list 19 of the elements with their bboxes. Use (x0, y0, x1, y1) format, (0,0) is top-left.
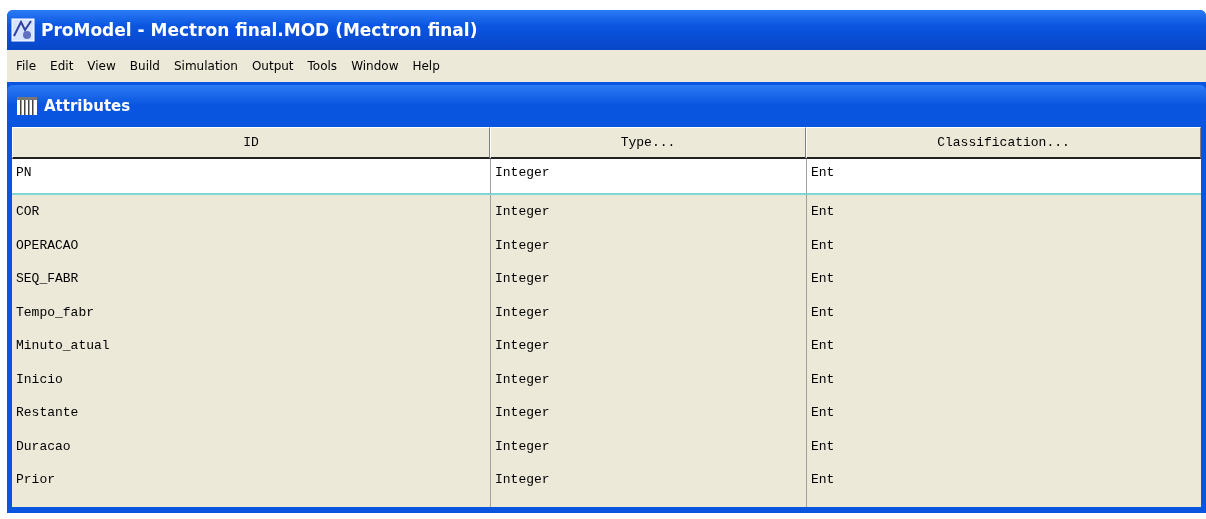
table-cell: PN (12, 159, 490, 195)
app-logo-icon (11, 18, 35, 42)
panel-title: Attributes (44, 97, 131, 115)
menu-item[interactable]: Output (244, 59, 301, 73)
table-icon (16, 95, 38, 117)
menu-item[interactable]: Window (344, 59, 406, 73)
menu-item[interactable]: Tools (300, 59, 345, 73)
window-title: ProModel - Mectron final.MOD (Mectron final) (41, 20, 478, 40)
menu-item[interactable]: Simulation (166, 59, 245, 73)
menu-item[interactable]: Help (405, 59, 447, 73)
table-cell: Ent (806, 159, 1201, 195)
menu-item[interactable]: Edit (43, 59, 81, 73)
table-cell: Integer (490, 159, 806, 195)
menu-item[interactable]: File (9, 59, 44, 73)
menu-item[interactable]: View (80, 59, 123, 73)
column-header[interactable]: Type... (490, 127, 806, 159)
column-header[interactable]: Classification... (806, 127, 1201, 159)
menu-item[interactable]: Build (122, 59, 167, 73)
column-header[interactable]: ID (12, 127, 490, 159)
